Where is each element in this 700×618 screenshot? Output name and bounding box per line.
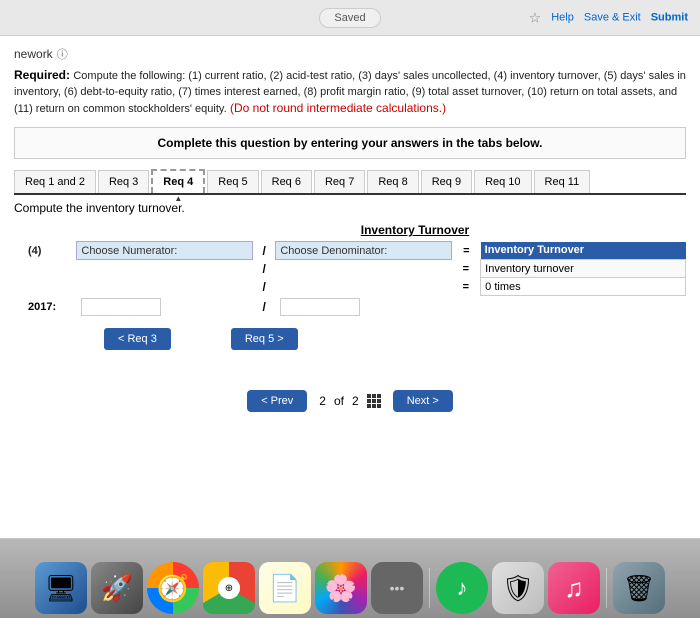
info-icon: ⓘ <box>57 46 68 62</box>
tab-req10[interactable]: Req 10 <box>474 170 531 193</box>
year-label: 2017: <box>24 296 77 318</box>
required-title: Required: <box>14 68 70 82</box>
req5-label: Req 5 > <box>245 333 284 345</box>
dock-chrome[interactable]: ⊕ <box>203 562 255 614</box>
inventory-table: (4) Choose Numerator: / Choose Denominat… <box>24 241 686 318</box>
next-button[interactable]: Next > <box>393 390 453 412</box>
slash-3: / <box>252 278 275 296</box>
equals-3: = <box>451 278 480 296</box>
tab-req11[interactable]: Req 11 <box>534 170 591 193</box>
tab-req12[interactable]: Req 1 and 2 <box>14 170 96 193</box>
mac-dock: 🖥 🚀 🧭 ⊕ 📄 🌸 ••• ♪ 🛡 ♫ 🗑 <box>0 538 700 618</box>
next-label: Next > <box>407 395 439 407</box>
year-denominator-input[interactable] <box>280 298 360 316</box>
dock-finder[interactable]: 🖥 <box>35 562 87 614</box>
slash-2: / <box>252 260 275 278</box>
compute-label: Compute the inventory turnover. <box>14 201 686 215</box>
result-value: 0 <box>485 281 491 293</box>
table-row-2: / = Inventory turnover <box>24 260 686 278</box>
instruction-text: Complete this question by entering your … <box>158 136 543 150</box>
row-number: (4) <box>24 242 77 260</box>
star-icon[interactable]: ☆ <box>529 9 542 26</box>
dock-antivirus[interactable]: 🛡 <box>492 562 544 614</box>
result-times: 0 times <box>481 278 686 296</box>
save-exit-link[interactable]: Save & Exit <box>584 12 641 24</box>
dock-notes[interactable]: 📄 <box>259 562 311 614</box>
table-header-row: (4) Choose Numerator: / Choose Denominat… <box>24 242 686 260</box>
app-name: nework <box>14 47 53 61</box>
req3-button[interactable]: < Req 3 <box>104 328 171 350</box>
year-numerator-input[interactable] <box>81 298 161 316</box>
equals-sign: = <box>451 242 480 260</box>
result-inventory-turnover: Inventory turnover <box>481 260 686 278</box>
tab-req9[interactable]: Req 9 <box>421 170 472 193</box>
inventory-section: Inventory Turnover (4) Choose Numerator:… <box>24 223 686 350</box>
saved-badge: Saved <box>319 8 380 28</box>
equals-2: = <box>451 260 480 278</box>
result-column-header: Inventory Turnover <box>481 242 686 260</box>
page-of: of <box>334 394 344 408</box>
dock-trash[interactable]: 🗑 <box>613 562 665 614</box>
page-current: 2 <box>319 394 326 408</box>
choose-denominator-dropdown[interactable]: Choose Denominator: <box>276 242 452 260</box>
browser-actions: ☆ Help Save & Exit Submit <box>529 9 688 26</box>
prev-button[interactable]: < Prev <box>247 390 307 412</box>
dock-safari[interactable]: 🧭 <box>147 562 199 614</box>
grid-icon <box>367 394 381 408</box>
dock-spotify[interactable]: ♪ <box>436 562 488 614</box>
tabs-container: Req 1 and 2 Req 3 Req 4 Req 5 Req 6 Req … <box>14 169 686 195</box>
inventory-header: Inventory Turnover <box>144 223 686 237</box>
prev-label: < Prev <box>261 395 293 407</box>
saved-label: Saved <box>334 12 365 24</box>
tab-req7[interactable]: Req 7 <box>314 170 365 193</box>
dock-photos[interactable]: 🌸 <box>315 562 367 614</box>
tab-req6[interactable]: Req 6 <box>261 170 312 193</box>
req5-button[interactable]: Req 5 > <box>231 328 298 350</box>
slash-year: / <box>252 296 275 318</box>
required-highlight: (Do not round intermediate calculations.… <box>230 101 446 115</box>
page-info: 2 of 2 <box>319 394 380 408</box>
result-unit: times <box>494 281 520 293</box>
tab-req8[interactable]: Req 8 <box>367 170 418 193</box>
dock-launchpad[interactable]: 🚀 <box>91 562 143 614</box>
help-link[interactable]: Help <box>551 12 574 24</box>
year-row: 2017: / <box>24 296 686 318</box>
dock-separator <box>429 568 430 608</box>
required-section: Required: Compute the following: (1) cur… <box>14 68 686 117</box>
table-row-3: / = 0 times <box>24 278 686 296</box>
slash-divider: / <box>252 242 275 260</box>
browser-bar: Saved ☆ Help Save & Exit Submit <box>0 0 700 36</box>
tab-req4[interactable]: Req 4 <box>151 169 205 193</box>
dock-music[interactable]: ♫ <box>548 562 600 614</box>
page-total: 2 <box>352 394 359 408</box>
tab-req5[interactable]: Req 5 <box>207 170 258 193</box>
choose-numerator-dropdown[interactable]: Choose Numerator: <box>77 242 253 260</box>
dock-separator-2 <box>606 568 607 608</box>
tab-req3[interactable]: Req 3 <box>98 170 149 193</box>
instruction-box: Complete this question by entering your … <box>14 127 686 159</box>
main-content: nework ⓘ Required: Compute the following… <box>0 36 700 538</box>
req3-label: < Req 3 <box>118 333 157 345</box>
submit-link[interactable]: Submit <box>651 12 688 24</box>
dock-more[interactable]: ••• <box>371 562 423 614</box>
